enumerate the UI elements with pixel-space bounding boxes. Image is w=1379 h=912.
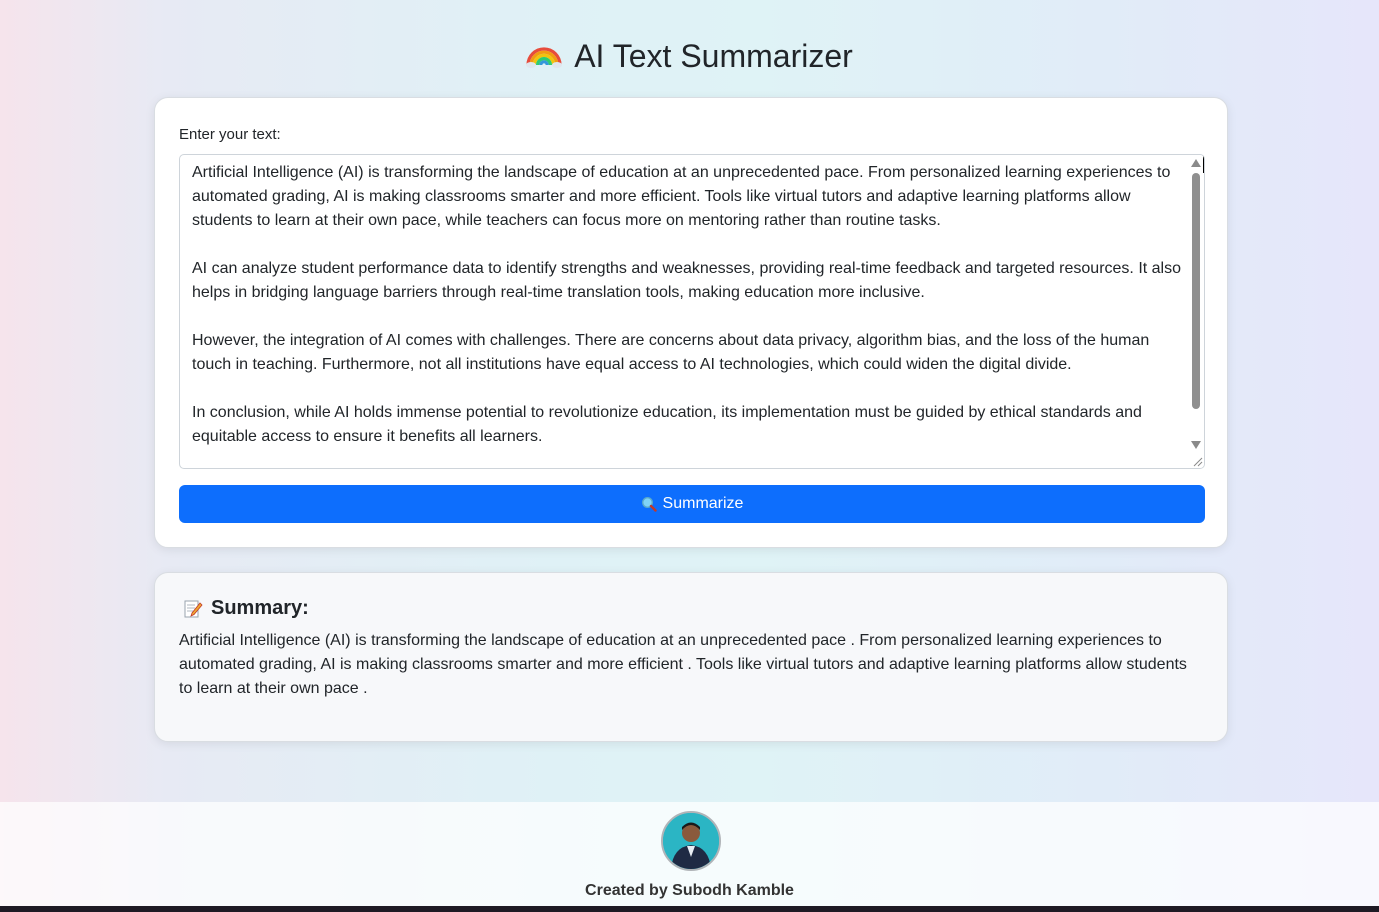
input-paragraph: Artificial Intelligence (AI) is transfor… xyxy=(192,164,1171,229)
magnifier-icon xyxy=(641,496,657,512)
text-input-label: Enter your text: xyxy=(179,126,281,143)
summary-heading-text: Summary: xyxy=(211,597,309,619)
input-paragraph: However, the integration of AI comes wit… xyxy=(192,332,1150,373)
scroll-down-arrow-icon[interactable] xyxy=(1191,441,1201,449)
summary-text: Artificial Intelligence (AI) is transfor… xyxy=(179,632,1187,697)
resize-handle-icon[interactable] xyxy=(1191,455,1203,467)
scroll-thumb[interactable] xyxy=(1192,173,1200,409)
summarize-button-label: Summarize xyxy=(662,495,744,512)
page-title-text: AI Text Summarizer xyxy=(574,38,853,74)
text-input-area[interactable]: Artificial Intelligence (AI) is transfor… xyxy=(179,154,1205,469)
summary-heading: Summary: xyxy=(183,597,309,620)
summarize-button[interactable]: Summarize xyxy=(179,485,1205,523)
avatar xyxy=(661,811,721,871)
scroll-up-arrow-icon[interactable] xyxy=(1191,159,1201,167)
text-input-content: Artificial Intelligence (AI) is transfor… xyxy=(192,161,1182,468)
text-cursor xyxy=(1203,155,1204,173)
textarea-scrollbar[interactable] xyxy=(1188,155,1204,468)
input-paragraph: In conclusion, while AI holds immense po… xyxy=(192,404,1142,445)
person-icon xyxy=(663,813,719,869)
summary-card: Summary: Artificial Intelligence (AI) is… xyxy=(154,572,1228,742)
footer: Created by Subodh Kamble xyxy=(0,802,1379,906)
footer-credit: Created by Subodh Kamble xyxy=(585,882,794,899)
input-paragraph: AI can analyze student performance data … xyxy=(192,260,1182,301)
page-title: AI Text Summarizer xyxy=(0,34,1379,78)
memo-icon xyxy=(184,600,203,617)
rainbow-icon xyxy=(526,47,563,68)
taskbar-edge xyxy=(0,906,1379,912)
input-card: Enter your text: Artificial Intelligence… xyxy=(154,97,1228,548)
